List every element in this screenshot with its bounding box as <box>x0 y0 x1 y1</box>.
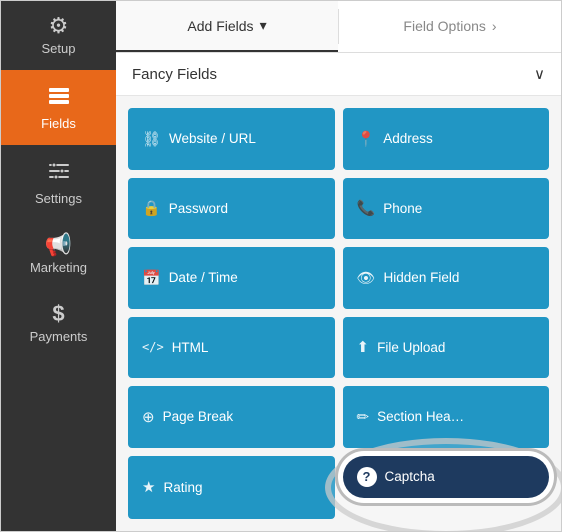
website-url-icon: ⛓ <box>142 130 161 148</box>
sidebar-label-fields: Fields <box>41 116 76 131</box>
address-label: Address <box>383 131 433 146</box>
field-btn-page-break[interactable]: ⊕ Page Break <box>128 386 335 448</box>
field-btn-date-time[interactable]: 📅 Date / Time <box>128 247 335 309</box>
sidebar-label-setup: Setup <box>42 41 76 56</box>
fancy-fields-title: Fancy Fields <box>132 66 217 83</box>
field-options-label: Field Options <box>403 18 485 34</box>
tab-add-fields[interactable]: Add Fields ▾ <box>116 1 338 52</box>
date-time-label: Date / Time <box>169 270 238 285</box>
password-icon: 🔒 <box>142 199 161 217</box>
captcha-icon: ? <box>357 467 377 487</box>
fancy-fields-dropdown[interactable]: Fancy Fields ∨ <box>116 53 561 96</box>
tabs-bar: Add Fields ▾ Field Options › <box>116 1 561 53</box>
sidebar-label-settings: Settings <box>35 191 82 206</box>
fields-icon <box>47 84 71 112</box>
field-btn-captcha[interactable]: ? Captcha <box>343 456 550 498</box>
field-btn-phone[interactable]: 📞 Phone <box>343 178 550 240</box>
sidebar-item-fields[interactable]: Fields <box>1 70 116 145</box>
rating-icon: ★ <box>142 478 155 496</box>
settings-icon <box>47 159 71 187</box>
password-label: Password <box>169 201 228 216</box>
fields-grid: ⛓ Website / URL 📍 Address 🔒 Password 📞 P… <box>116 96 561 531</box>
html-icon: </> <box>142 340 164 354</box>
field-btn-file-upload[interactable]: ⬆ File Upload <box>343 317 550 379</box>
field-btn-hidden-field[interactable]: 👁 Hidden Field <box>343 247 550 309</box>
phone-icon: 📞 <box>357 199 376 217</box>
main-content: Add Fields ▾ Field Options › Fancy Field… <box>116 1 561 531</box>
date-time-icon: 📅 <box>142 269 161 287</box>
hidden-field-label: Hidden Field <box>384 270 460 285</box>
add-fields-chevron: ▾ <box>260 17 267 34</box>
html-label: HTML <box>172 340 209 355</box>
phone-label: Phone <box>383 201 422 216</box>
sidebar: ⚙ Setup Fields Setti <box>1 1 116 531</box>
captcha-label: Captcha <box>385 469 435 484</box>
sidebar-label-payments: Payments <box>30 329 88 344</box>
field-options-chevron: › <box>492 18 497 34</box>
field-btn-section-header[interactable]: ✏ Section Hea… <box>343 386 550 448</box>
add-fields-label: Add Fields <box>187 18 253 34</box>
setup-icon: ⚙ <box>49 15 69 37</box>
field-btn-website-url[interactable]: ⛓ Website / URL <box>128 108 335 170</box>
rating-label: Rating <box>163 480 202 495</box>
fancy-fields-chevron: ∨ <box>534 65 545 83</box>
sidebar-item-marketing[interactable]: 📢 Marketing <box>1 220 116 289</box>
captcha-wrapper: ? Captcha <box>343 456 550 520</box>
hidden-field-icon: 👁 <box>357 269 376 287</box>
field-btn-rating[interactable]: ★ Rating <box>128 456 335 520</box>
sidebar-label-marketing: Marketing <box>30 260 87 275</box>
page-break-icon: ⊕ <box>142 408 155 426</box>
tab-field-options[interactable]: Field Options › <box>339 1 561 52</box>
website-url-label: Website / URL <box>169 131 256 146</box>
page-break-label: Page Break <box>163 409 234 424</box>
sidebar-item-setup[interactable]: ⚙ Setup <box>1 1 116 70</box>
section-header-icon: ✏ <box>357 408 370 426</box>
payments-icon: $ <box>52 303 64 325</box>
sidebar-item-payments[interactable]: $ Payments <box>1 289 116 358</box>
file-upload-icon: ⬆ <box>357 338 370 356</box>
address-icon: 📍 <box>357 130 376 148</box>
field-btn-address[interactable]: 📍 Address <box>343 108 550 170</box>
sidebar-item-settings[interactable]: Settings <box>1 145 116 220</box>
file-upload-label: File Upload <box>377 340 445 355</box>
section-header-label: Section Hea… <box>377 409 464 424</box>
field-btn-html[interactable]: </> HTML <box>128 317 335 379</box>
field-btn-password[interactable]: 🔒 Password <box>128 178 335 240</box>
marketing-icon: 📢 <box>45 234 72 256</box>
